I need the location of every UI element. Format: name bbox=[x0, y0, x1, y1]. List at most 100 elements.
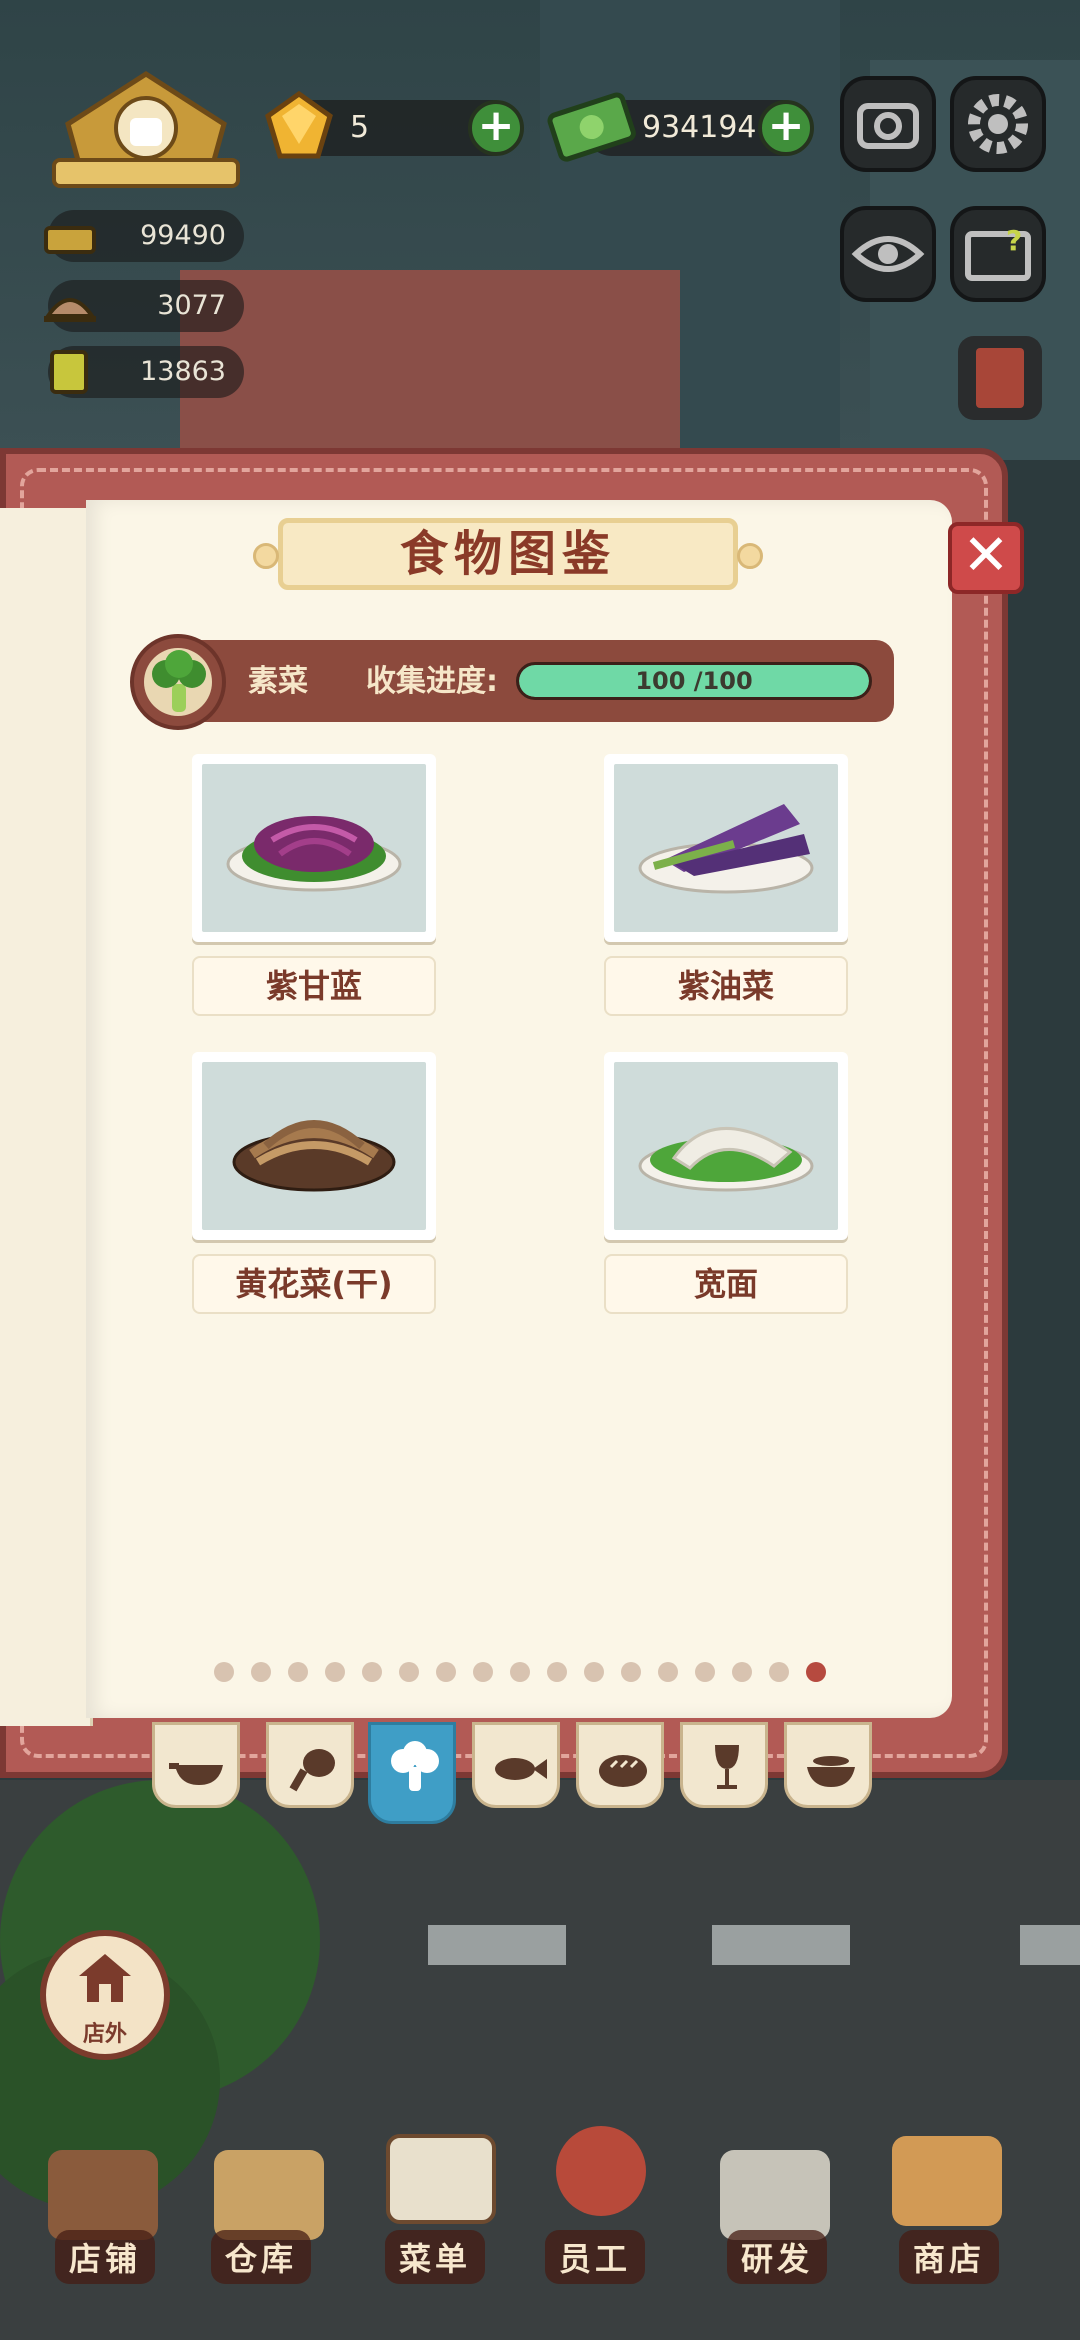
progress-text: 100 /100 bbox=[635, 667, 753, 695]
page-dot-active[interactable] bbox=[806, 1662, 826, 1682]
stat-counter: 99490 bbox=[44, 210, 244, 262]
wine-glass-icon bbox=[715, 1745, 739, 1789]
eye-icon bbox=[851, 236, 925, 272]
nav-label: 研发 bbox=[726, 2230, 827, 2284]
broccoli-icon bbox=[391, 1741, 439, 1791]
warehouse-boxes-icon bbox=[214, 2150, 324, 2240]
book-question-icon: ? bbox=[965, 224, 1031, 281]
gems-counter: 5 + bbox=[265, 90, 524, 159]
nav-menu[interactable]: 菜单 bbox=[370, 2230, 500, 2284]
wide-noodles-dish-image bbox=[638, 1126, 814, 1192]
lane-marking bbox=[1020, 1925, 1080, 1965]
nav-label: 仓库 bbox=[210, 2230, 311, 2284]
page-dot[interactable] bbox=[584, 1662, 604, 1682]
red-book-icon[interactable] bbox=[958, 336, 1042, 420]
close-button[interactable]: ✕ bbox=[948, 522, 1024, 594]
nav-research[interactable]: 研发 bbox=[712, 2230, 842, 2284]
category-label: 素菜 bbox=[248, 664, 308, 699]
nav-label: 员工 bbox=[544, 2230, 645, 2284]
collection-progress-bar: 100 /100 bbox=[516, 662, 872, 700]
tab-meat[interactable] bbox=[266, 1722, 354, 1808]
tab-drinks[interactable] bbox=[680, 1722, 768, 1808]
page-dot[interactable] bbox=[547, 1662, 567, 1682]
lane-marking bbox=[712, 1925, 850, 1965]
food-name: 紫油菜 bbox=[604, 956, 848, 1016]
food-card[interactable]: 紫甘蓝 bbox=[192, 754, 436, 1016]
food-name: 宽面 bbox=[604, 1254, 848, 1314]
settings-button[interactable] bbox=[950, 76, 1046, 172]
dried-daylily-dish-image bbox=[232, 1120, 396, 1192]
page-dot[interactable] bbox=[621, 1662, 641, 1682]
cash-counter: 934194 + bbox=[547, 92, 814, 162]
purple-cabbage-dish-image bbox=[226, 816, 402, 892]
camera-icon bbox=[857, 103, 919, 149]
bread-icon bbox=[599, 1755, 647, 1787]
storefront bbox=[180, 270, 680, 460]
nav-staff[interactable]: 员工 bbox=[530, 2230, 660, 2284]
page-dot[interactable] bbox=[732, 1662, 752, 1682]
page-dot[interactable] bbox=[510, 1662, 530, 1682]
menu-clipboard-icon bbox=[386, 2134, 496, 2224]
food-card[interactable]: 宽面 bbox=[604, 1052, 848, 1314]
stat-counter: 3077 bbox=[44, 280, 244, 332]
food-card[interactable]: 紫油菜 bbox=[604, 754, 848, 1016]
chef-rank-badge[interactable] bbox=[48, 64, 244, 192]
tab-seafood[interactable] bbox=[472, 1722, 560, 1808]
category-medal bbox=[130, 634, 226, 730]
cloche-icon bbox=[40, 276, 100, 336]
nav-warehouse[interactable]: 仓库 bbox=[196, 2230, 326, 2284]
camera-button[interactable] bbox=[840, 76, 936, 172]
progress-label: 收集进度: bbox=[366, 664, 498, 699]
outside-button[interactable]: 店外 bbox=[40, 1930, 170, 2060]
close-icon: ✕ bbox=[962, 523, 1010, 588]
outside-label: 店外 bbox=[82, 2022, 127, 2047]
view-button[interactable] bbox=[840, 206, 936, 302]
drumstick-icon bbox=[289, 1749, 335, 1792]
nav-label: 店铺 bbox=[54, 2230, 155, 2284]
cash-icon bbox=[544, 86, 640, 189]
gems-value: 5 bbox=[350, 110, 370, 145]
food-name: 紫甘蓝 bbox=[192, 956, 436, 1016]
page-dot[interactable] bbox=[695, 1662, 715, 1682]
lane-marking bbox=[428, 1925, 566, 1965]
add-cash-button[interactable]: + bbox=[758, 100, 814, 156]
page-dot[interactable] bbox=[436, 1662, 456, 1682]
page-dot[interactable] bbox=[251, 1662, 271, 1682]
fish-icon bbox=[495, 1758, 547, 1780]
stat-value: 13863 bbox=[140, 356, 226, 387]
research-pot-icon bbox=[720, 2150, 830, 2240]
food-card[interactable]: 黄花菜(干) bbox=[192, 1052, 436, 1314]
cash-value: 934194 bbox=[642, 110, 757, 145]
tab-soup[interactable] bbox=[784, 1722, 872, 1808]
nav-store[interactable]: 店铺 bbox=[40, 2230, 170, 2284]
tab-vegetables[interactable] bbox=[368, 1722, 456, 1824]
page-dot[interactable] bbox=[473, 1662, 493, 1682]
guide-book-button[interactable]: ? bbox=[950, 206, 1046, 302]
page-dot[interactable] bbox=[362, 1662, 382, 1682]
soup-bowl-icon bbox=[807, 1756, 855, 1787]
page-dot[interactable] bbox=[288, 1662, 308, 1682]
wok-icon bbox=[169, 1763, 223, 1785]
stat-counter: 13863 bbox=[48, 346, 244, 398]
nav-shop[interactable]: 商店 bbox=[884, 2230, 1014, 2284]
page-dot[interactable] bbox=[658, 1662, 678, 1682]
house-icon bbox=[79, 1954, 131, 2002]
shop-building-icon bbox=[48, 2150, 158, 2240]
page-dot[interactable] bbox=[399, 1662, 419, 1682]
page-dot[interactable] bbox=[325, 1662, 345, 1682]
ingot-icon bbox=[40, 206, 100, 266]
stat-value: 3077 bbox=[157, 290, 226, 321]
store-stall-icon bbox=[892, 2136, 1002, 2226]
tab-wok[interactable] bbox=[152, 1722, 240, 1808]
page-dot[interactable] bbox=[214, 1662, 234, 1682]
gem-icon bbox=[258, 86, 340, 187]
nav-label: 菜单 bbox=[384, 2230, 485, 2284]
book-left-page bbox=[0, 508, 93, 1726]
nav-label: 商店 bbox=[898, 2230, 999, 2284]
add-gems-button[interactable]: + bbox=[468, 100, 524, 156]
gear-icon bbox=[968, 94, 1028, 154]
food-name: 黄花菜(干) bbox=[192, 1254, 436, 1314]
book-title: 食物图鉴 bbox=[253, 518, 763, 590]
page-dot[interactable] bbox=[769, 1662, 789, 1682]
tab-bakery[interactable] bbox=[576, 1722, 664, 1808]
